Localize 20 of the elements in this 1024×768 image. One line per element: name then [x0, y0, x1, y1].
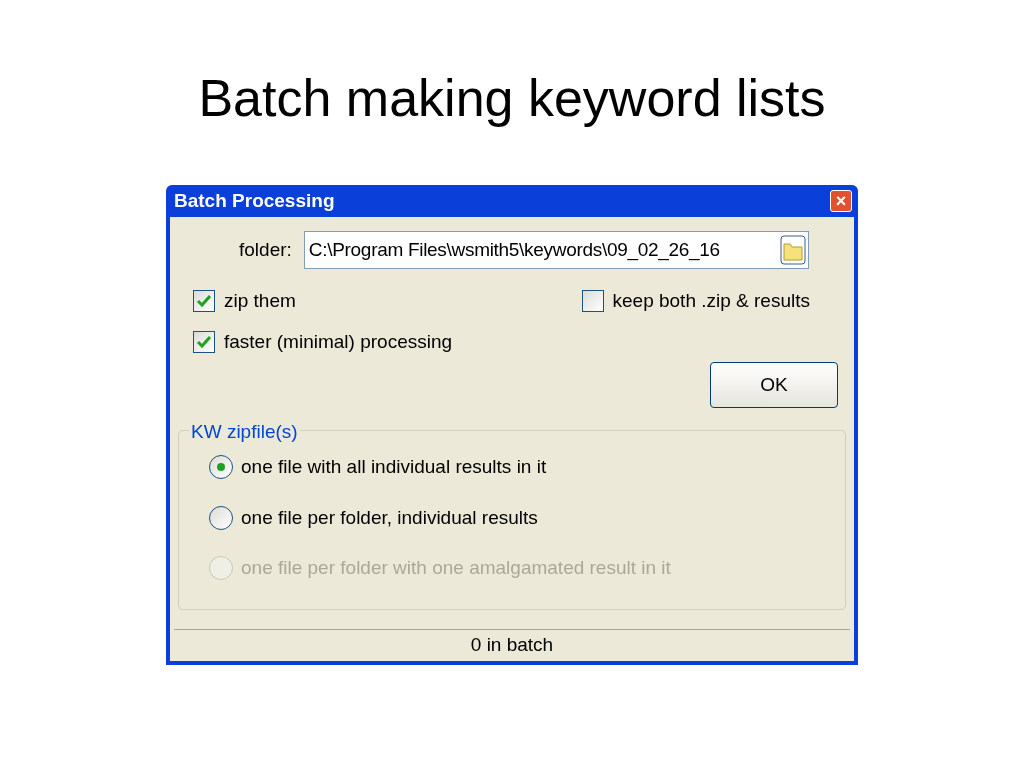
radio-label: one file per folder, individual results: [241, 505, 538, 530]
radio-label: one file per folder with one amalgamated result in it: [241, 556, 671, 580]
checkbox-label: faster (minimal) processing: [224, 329, 453, 354]
check-icon: [197, 295, 211, 308]
checkbox[interactable]: [193, 290, 215, 313]
window-title: Batch Processing: [174, 188, 335, 213]
close-button[interactable]: ×: [830, 190, 852, 212]
ok-button[interactable]: OK: [710, 362, 838, 408]
radio-button[interactable]: [209, 455, 233, 480]
check-icon: [197, 335, 211, 348]
radio-button[interactable]: [209, 505, 233, 530]
status-text: 0 in batch: [470, 633, 554, 658]
radio-label: one file with all individual results in it: [241, 455, 547, 479]
folder-field[interactable]: C:\Program Files\wsmith5\keywords\09_02_26_16: [303, 231, 809, 269]
folder-label: folder:: [239, 237, 292, 262]
checkbox-label: keep both .zip & results: [612, 289, 810, 313]
checkbox[interactable]: [581, 290, 604, 313]
checkbox-label: zip them: [224, 289, 296, 313]
checkbox[interactable]: [193, 330, 215, 353]
slide-title: Batch making keyword lists: [198, 68, 826, 129]
